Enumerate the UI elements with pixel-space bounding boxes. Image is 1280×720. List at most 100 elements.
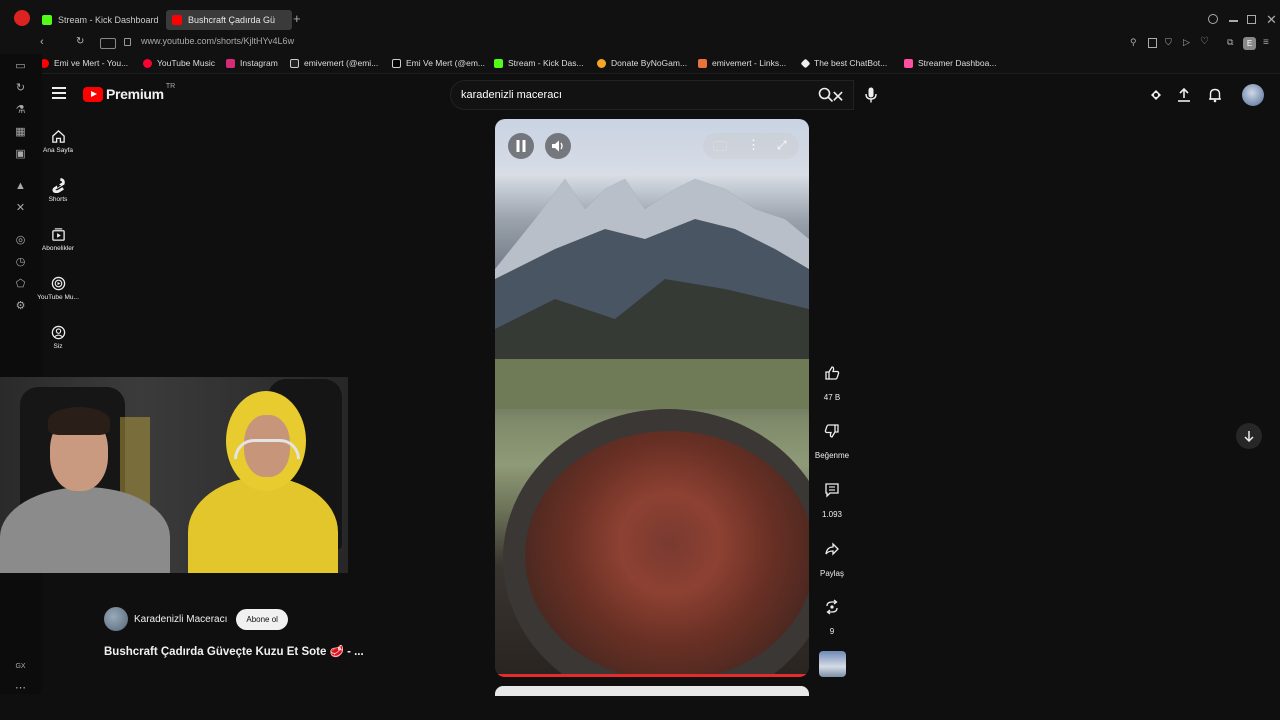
bookmark-label: Donate ByNoGam...	[611, 58, 688, 68]
notifications-button[interactable]	[1207, 87, 1223, 103]
webcam-overlay	[0, 377, 348, 573]
nav-label: Shorts	[48, 196, 68, 203]
nav-label: Abonelikler	[41, 245, 75, 252]
fullscreen-icon[interactable]: ⤢	[777, 138, 787, 153]
bookmark-item[interactable]: The best ChatBot...	[800, 58, 887, 68]
url-field[interactable]: www.youtube.com/shorts/KjltHYv4L6w	[141, 36, 294, 46]
bookmark-item[interactable]: Emi Ve Mert (@em...	[392, 58, 485, 68]
youtube-music-icon	[51, 276, 65, 290]
channel-avatar[interactable]	[104, 607, 128, 631]
captions-icon[interactable]	[713, 141, 727, 151]
shorts-video-player[interactable]: ⋮ ⤢	[495, 119, 809, 677]
aria-icon[interactable]: ▲	[14, 180, 27, 193]
create-button[interactable]	[1148, 87, 1164, 103]
subscribe-button[interactable]: Abone ol	[236, 608, 288, 630]
volume-button[interactable]	[545, 133, 571, 159]
bookmark-label: emivemert - Links...	[712, 58, 787, 68]
browser-logo-icon[interactable]	[14, 10, 30, 26]
site-info-icon[interactable]	[100, 38, 116, 49]
history-icon[interactable]: ↻	[14, 82, 27, 95]
close-window-icon[interactable]: ✕	[1266, 12, 1277, 28]
maximize-icon[interactable]	[1247, 15, 1256, 24]
chatbot-icon	[800, 58, 811, 68]
messenger-icon[interactable]: ▣	[14, 148, 27, 161]
profile-icon[interactable]: E	[1243, 37, 1256, 50]
bookmark-item[interactable]: Streamer Dashboa...	[904, 58, 996, 68]
minimize-icon[interactable]	[1229, 20, 1238, 22]
tiktok-icon	[290, 58, 299, 68]
dislike-action[interactable]: Beğenme	[812, 413, 852, 460]
streamer-hair-left	[48, 407, 110, 435]
reload-icon[interactable]: ↻	[76, 36, 84, 47]
bookmark-item[interactable]: emivemert - Links...	[698, 58, 786, 68]
more-options-icon[interactable]: ⋮	[747, 137, 760, 153]
video-title[interactable]: Bushcraft Çadırda Güveçte Kuzu Et Sote 🥩…	[104, 644, 364, 658]
nav-you[interactable]: Siz	[34, 324, 82, 350]
more-icon[interactable]: ⋯	[14, 682, 27, 695]
menu-icon[interactable]: ≡	[1263, 37, 1269, 48]
next-short-preview[interactable]	[495, 686, 809, 696]
share-action[interactable]: Paylaş	[812, 531, 852, 578]
bookmark-label: Instagram	[240, 58, 278, 68]
heart-icon[interactable]: ♡	[1200, 36, 1209, 47]
bookmark-item[interactable]: Donate ByNoGam...	[597, 58, 687, 68]
pause-button[interactable]	[508, 133, 534, 159]
instagram-side-icon[interactable]: ◎	[14, 234, 27, 247]
tab-kick-dashboard[interactable]: Stream - Kick Dashboard	[36, 10, 162, 30]
headphones-icon	[234, 439, 300, 459]
search-input[interactable]	[461, 89, 781, 101]
twitter-icon[interactable]: ✕	[14, 202, 27, 215]
bookmark-item[interactable]: YouTube Music	[143, 58, 215, 68]
clay-pot	[503, 409, 809, 677]
nav-shorts[interactable]: Shorts	[34, 177, 82, 203]
avatar[interactable]	[1242, 84, 1264, 106]
shield-icon[interactable]: ⛉	[1165, 37, 1172, 48]
like-action[interactable]: 47 B	[812, 355, 852, 402]
extension-icon[interactable]: ⚗	[14, 104, 27, 117]
nav-subscriptions[interactable]: Abonelikler	[34, 226, 82, 252]
next-video-button[interactable]	[1236, 423, 1262, 449]
nav-youtube-music[interactable]: YouTube Mu...	[34, 275, 82, 301]
pinboard-icon[interactable]: ⬠	[14, 278, 27, 291]
x-icon	[392, 58, 401, 68]
tab-bushcraft-video[interactable]: Bushcraft Çadırda Gü	[166, 10, 292, 30]
gx-icon[interactable]: GX	[14, 660, 27, 673]
voice-search-button[interactable]	[860, 84, 882, 106]
bookmark-item[interactable]: emivemert (@emi...	[290, 58, 378, 68]
pin-icon[interactable]: ⚲	[1130, 37, 1137, 48]
settings-icon[interactable]: ⚙	[14, 300, 27, 313]
back-icon[interactable]: ‹	[40, 36, 44, 48]
thumbs-up-icon	[825, 366, 840, 380]
bookmark-item[interactable]: Emi ve Mert - You...	[40, 58, 128, 68]
send-icon[interactable]: ▷	[1183, 37, 1190, 48]
create-icon	[1151, 90, 1161, 100]
dislike-label: Beğenme	[814, 451, 850, 460]
bookmark-label: Streamer Dashboa...	[918, 58, 997, 68]
wallet-icon[interactable]: ▦	[14, 126, 27, 139]
bookmark-item[interactable]: Instagram	[226, 58, 278, 68]
sound-thumbnail[interactable]	[819, 651, 846, 677]
search-tabs-icon[interactable]	[1208, 14, 1218, 24]
remix-action[interactable]: 9	[812, 589, 852, 636]
comments-action[interactable]: 1.093	[812, 472, 852, 519]
streamer-dashboard-icon	[904, 58, 913, 68]
bookmark-item[interactable]: Stream - Kick Das...	[494, 58, 584, 68]
upload-button[interactable]	[1176, 87, 1192, 103]
channel-name[interactable]: Karadenizli Maceracı	[134, 614, 227, 625]
lamb-stew	[525, 431, 809, 677]
nav-home[interactable]: Ana Sayfa	[34, 128, 82, 154]
youtube-logo[interactable]: Premium TR	[83, 83, 175, 102]
extensions-icon[interactable]: ⧉	[1227, 37, 1233, 48]
video-progress-bar[interactable]	[495, 674, 809, 677]
clock-icon[interactable]: ◷	[14, 256, 27, 269]
bookmark-icon[interactable]	[1148, 38, 1157, 48]
player-icon[interactable]: ▭	[14, 60, 27, 73]
bookmark-label: Emi Ve Mert (@em...	[406, 58, 486, 68]
bookmark-label: Stream - Kick Das...	[508, 58, 584, 68]
search-button[interactable]	[810, 80, 842, 110]
new-tab-button[interactable]: +	[293, 11, 301, 26]
microphone-icon	[865, 87, 877, 103]
hamburger-menu-icon[interactable]	[52, 87, 66, 99]
share-icon	[825, 542, 839, 556]
search-box: ✕	[450, 80, 854, 110]
